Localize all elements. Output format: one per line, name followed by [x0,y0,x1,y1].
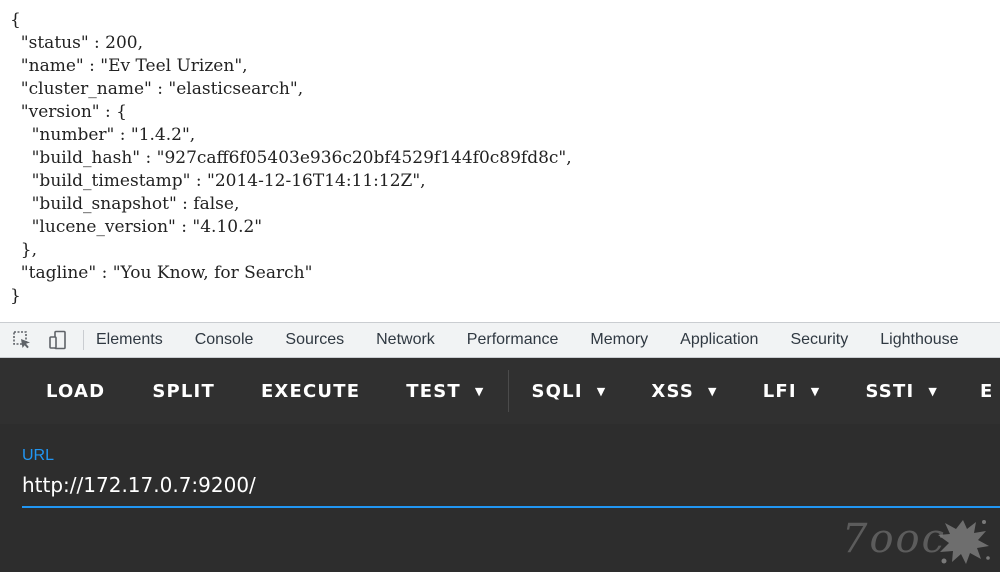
tab-elements[interactable]: Elements [96,331,163,349]
lfi-label: LFI [762,380,797,402]
test-dropdown-button[interactable]: TEST ▼ [406,381,484,402]
devtools-tab-bar: Elements Console Sources Network Perform… [0,322,1000,358]
inspect-element-icon[interactable] [11,329,33,351]
json-response-text: { "status" : 200, "name" : "Ev Teel Uriz… [10,10,572,306]
sqli-dropdown-button[interactable]: SQLI ▼ [532,381,607,402]
split-button[interactable]: SPLIT [152,381,215,402]
device-toolbar-icon[interactable] [47,329,69,351]
hackbar-toolbar: LOAD SPLIT EXECUTE TEST ▼ SQLI ▼ XSS ▼ L… [0,358,1000,424]
lfi-dropdown-button[interactable]: LFI ▼ [763,381,821,402]
url-input-underline [22,506,1000,508]
caret-down-icon: ▼ [928,384,939,398]
tab-application[interactable]: Application [680,331,758,349]
url-label: URL [22,447,55,464]
json-response-view: { "status" : 200, "name" : "Ev Teel Uriz… [0,0,1000,322]
ink-splat-icon [938,520,990,564]
watermark: 7ooc [842,512,992,568]
tab-performance[interactable]: Performance [467,331,559,349]
tab-network[interactable]: Network [376,331,435,349]
devtools-separator [83,330,84,350]
sqli-label: SQLI [531,380,583,402]
xss-label: XSS [651,380,695,402]
caret-down-icon: ▼ [596,384,607,398]
tab-lighthouse[interactable]: Lighthouse [880,331,958,349]
tab-memory[interactable]: Memory [590,331,648,349]
execute-button[interactable]: EXECUTE [261,381,360,402]
toolbar-separator [507,370,509,412]
xss-dropdown-button[interactable]: XSS ▼ [651,381,717,402]
tab-console[interactable]: Console [195,331,254,349]
ssti-label: SSTI [865,380,915,402]
tab-sources[interactable]: Sources [285,331,344,349]
caret-down-icon: ▼ [474,384,485,398]
next-button-partial[interactable]: E [980,381,994,402]
caret-down-icon: ▼ [810,384,821,398]
ssti-dropdown-button[interactable]: SSTI ▼ [865,381,938,402]
load-button[interactable]: LOAD [46,381,105,402]
test-label: TEST [406,380,461,402]
tab-security[interactable]: Security [790,331,848,349]
watermark-text: 7ooc [842,516,947,562]
url-input[interactable] [22,469,1000,501]
caret-down-icon: ▼ [708,384,718,398]
